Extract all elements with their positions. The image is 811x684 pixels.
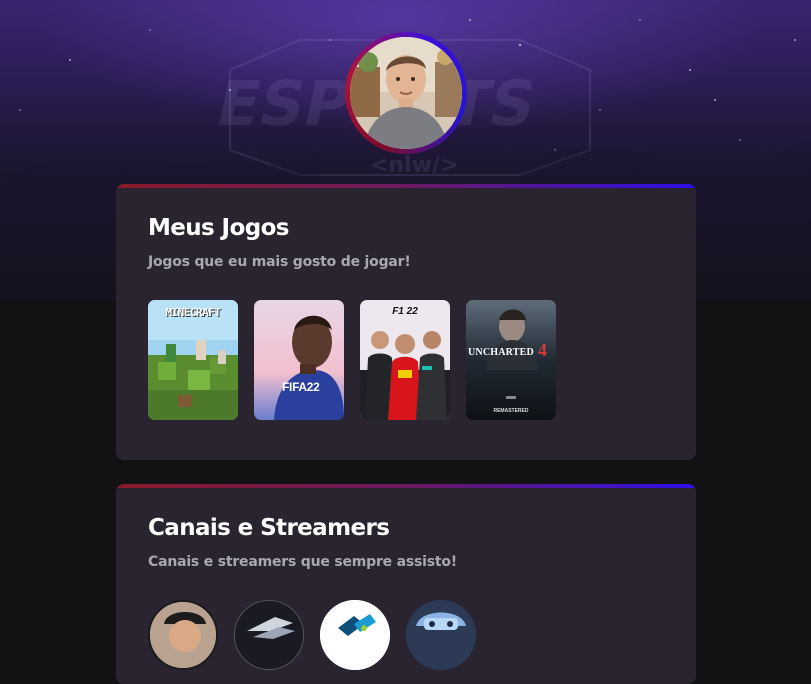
game-cover-fifa22[interactable]: FIFA22 (254, 300, 344, 420)
channels-list (148, 600, 476, 670)
game-logo-number: 4 (538, 340, 547, 360)
section-subtitle: Jogos que eu mais gosto de jogar! (148, 254, 411, 270)
channels-card: Canais e Streamers Canais e streamers qu… (116, 484, 696, 684)
game-logo-text: FIFA22 (282, 380, 320, 394)
profile-avatar-ring (345, 32, 467, 154)
game-cover-f122[interactable]: F1 22 (360, 300, 450, 420)
channel-avatar[interactable] (320, 600, 390, 670)
game-badge: REMASTERED (493, 408, 529, 414)
game-logo-text: F1 22 (392, 306, 418, 317)
svg-text:<nlw/>: <nlw/> (370, 153, 458, 178)
games-list: MINECRAFT FIFA22 F1 22 UNCHARTED 4 REMAS… (148, 300, 556, 420)
games-card: Meus Jogos Jogos que eu mais gosto de jo… (116, 184, 696, 460)
channel-avatar[interactable] (234, 600, 304, 670)
section-title: Meus Jogos (148, 215, 289, 241)
game-logo-text: UNCHARTED (468, 347, 534, 358)
channel-avatar[interactable] (406, 600, 476, 670)
game-logo-text: MINECRAFT (165, 306, 221, 319)
section-subtitle: Canais e streamers que sempre assisto! (148, 554, 457, 570)
avatar-photo (350, 37, 462, 149)
section-title: Canais e Streamers (148, 515, 390, 541)
avatar (350, 37, 462, 149)
channel-avatar[interactable] (148, 600, 218, 670)
game-cover-minecraft[interactable]: MINECRAFT (148, 300, 238, 420)
game-cover-uncharted4[interactable]: UNCHARTED 4 REMASTERED (466, 300, 556, 420)
